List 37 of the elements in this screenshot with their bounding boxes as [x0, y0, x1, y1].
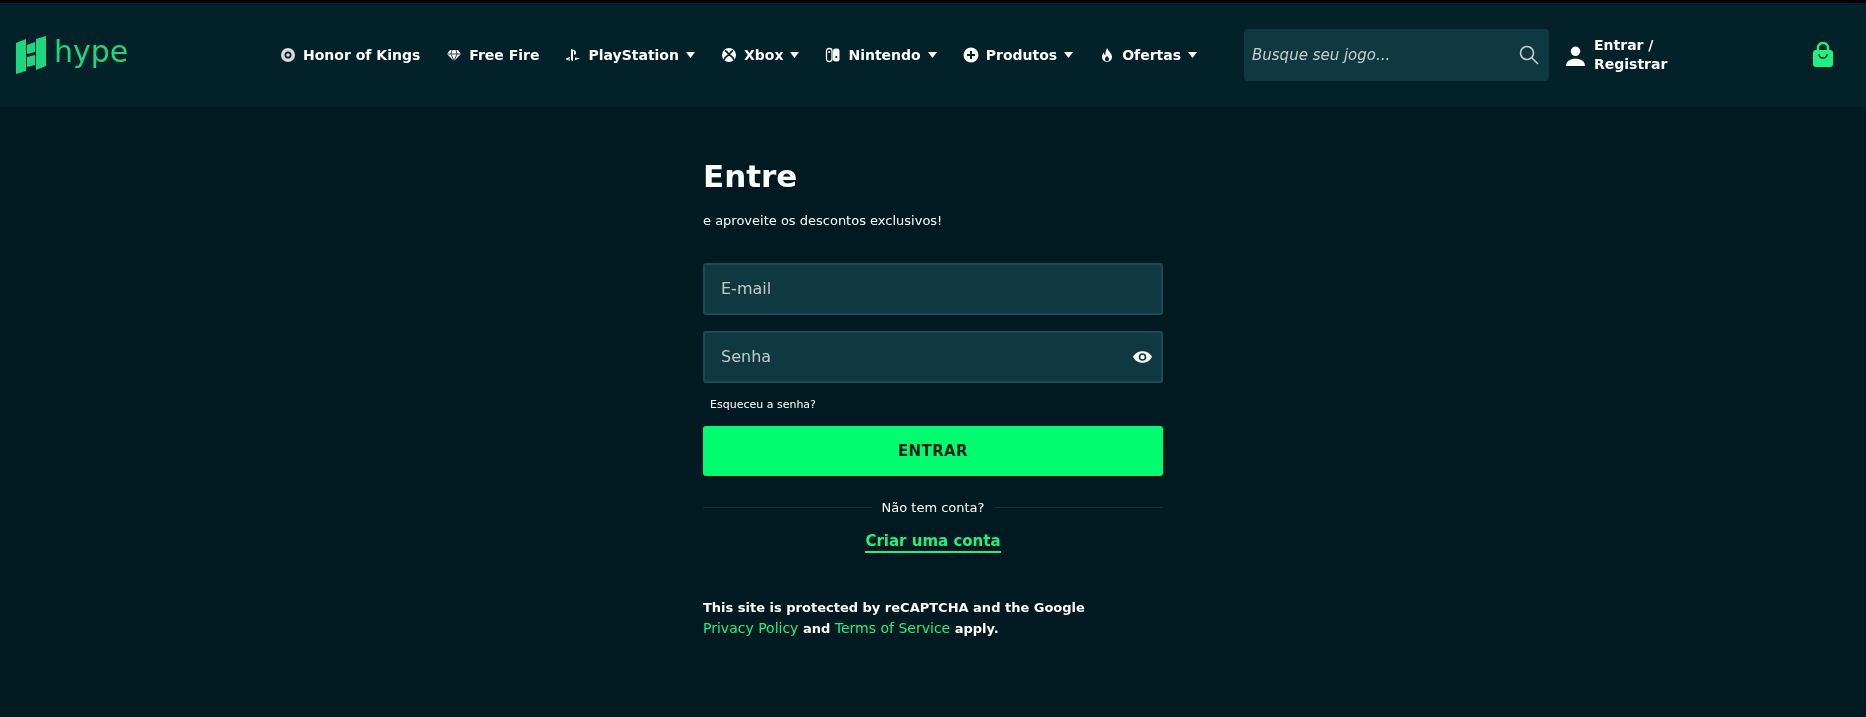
page-title: Entre [703, 157, 798, 195]
nav-link[interactable]: Nintendo [825, 44, 937, 66]
eye-icon[interactable] [1132, 349, 1153, 364]
nav-link[interactable]: Produtos [962, 44, 1074, 66]
account-link[interactable]: Entrar / Registrar [1565, 36, 1765, 74]
login-button[interactable]: ENTRAR [703, 426, 1163, 476]
shopping-bag-icon[interactable] [1812, 42, 1834, 68]
divider-label: Não tem conta? [881, 499, 985, 517]
disc-icon [280, 47, 296, 63]
privacy-policy-link[interactable]: Privacy Policy [703, 619, 799, 636]
nav-link[interactable]: Free Fire [446, 44, 540, 66]
forgot-password-link[interactable]: Esqueceu a senha? [710, 396, 816, 413]
logo-icon [14, 35, 48, 75]
controller-icon [825, 47, 842, 63]
xbox-icon [720, 47, 737, 63]
recaptcha-notice: This site is protected by reCAPTCHA and the Google Privacy Policy and Terms of Service apply. [703, 598, 1086, 638]
logo[interactable]: hype [14, 35, 264, 75]
caret-icon [1064, 52, 1074, 58]
nav-link[interactable]: Honor of Kings [280, 44, 421, 66]
caret-icon [685, 52, 695, 58]
caret-icon [927, 52, 937, 58]
nav-link[interactable]: PlayStation [565, 44, 695, 66]
search-field[interactable]: Busque seu jogo... [1244, 29, 1549, 81]
caret-icon [790, 52, 800, 58]
create-account-link[interactable]: Criar uma conta [865, 531, 1001, 553]
plus-icon [962, 47, 979, 63]
search-icon[interactable] [1519, 45, 1539, 65]
diamond-icon [446, 47, 463, 63]
caret-icon [1188, 52, 1197, 58]
subtitle: e aproveite os descontos exclusivos! [703, 212, 943, 230]
user-icon [1565, 44, 1586, 66]
playstation-icon [565, 47, 582, 63]
nav-link[interactable]: Ofertas [1099, 44, 1197, 66]
password-field[interactable]: Senha [703, 330, 1163, 383]
nav-link[interactable]: Xbox [720, 44, 800, 66]
email-field[interactable]: E-mail [703, 262, 1163, 315]
terms-link[interactable]: Terms of Service [834, 619, 951, 636]
